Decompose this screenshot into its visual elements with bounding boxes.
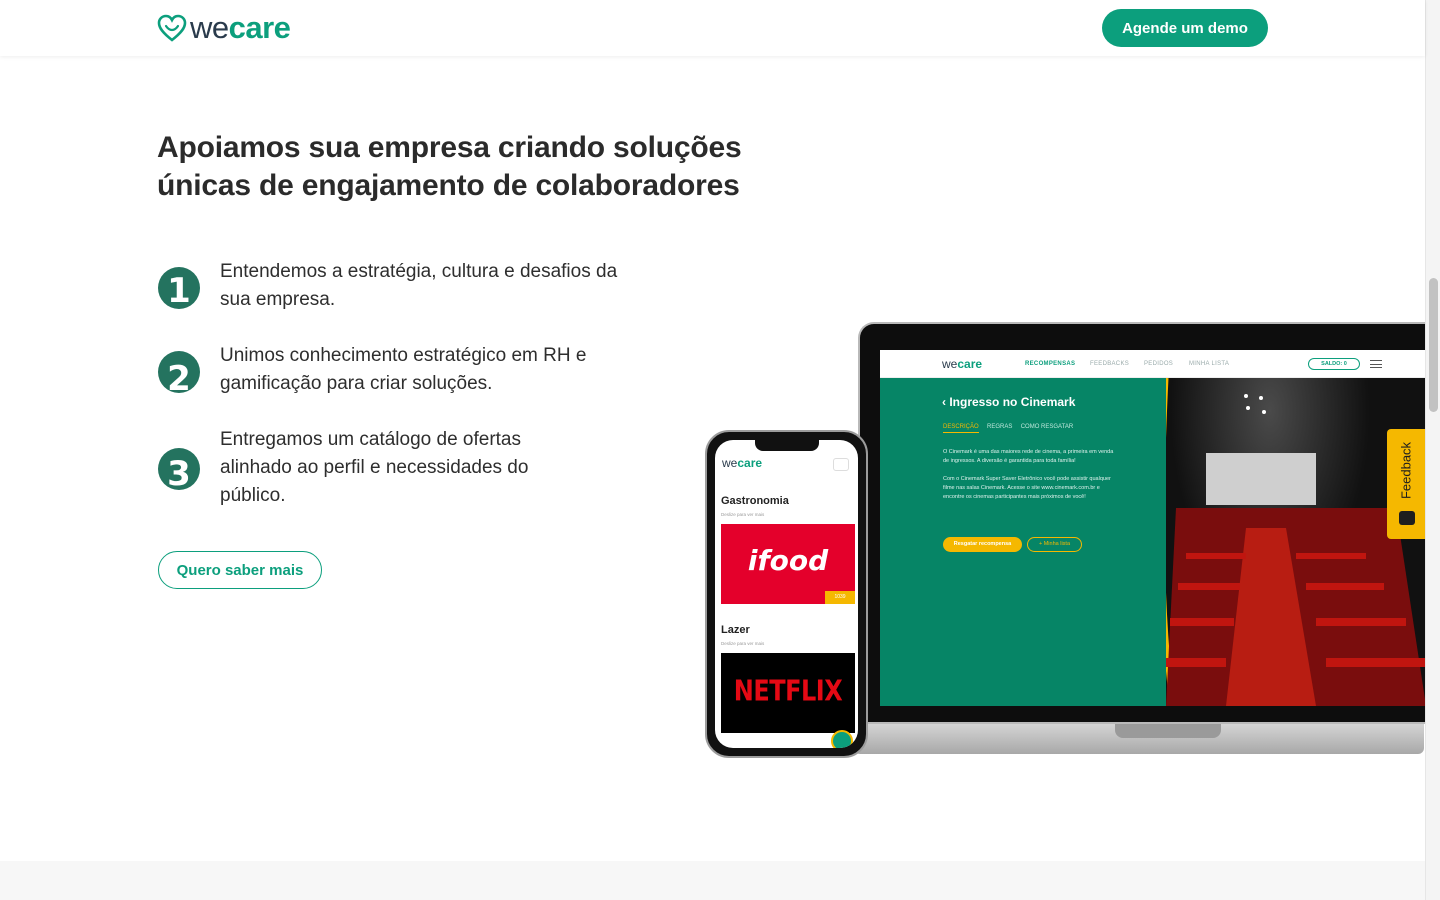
svg-text:2: 2 (167, 359, 191, 394)
laptop-menu-icon (1370, 360, 1382, 368)
feedback-face-icon (1399, 511, 1415, 525)
step-3-text: Entregamos um catálogo de ofertas alinha… (220, 429, 529, 506)
netflix-card: NETFLIX (721, 653, 855, 733)
feedback-label: Feedback (1398, 441, 1414, 500)
learn-more-button[interactable]: Quero saber mais (158, 551, 322, 589)
laptop-menu-rewards: RECOMPENSAS (1025, 361, 1076, 367)
phone-mockup: wecare Gastronomia Deslize para ver mais… (705, 430, 868, 758)
ifood-card: ifood 1039 (721, 524, 855, 604)
next-section-band (0, 861, 1425, 900)
svg-text:3: 3 (167, 454, 191, 491)
step-1-text: Entendemos a estratégia, cultura e desaf… (220, 261, 618, 310)
schedule-demo-button[interactable]: Agende um demo (1102, 9, 1268, 47)
laptop-reward-description: O Cinemark é uma das maiores rede de cin… (943, 449, 1114, 500)
laptop-menu-my-list: MINHA LISTA (1189, 361, 1230, 367)
page-scrollbar[interactable] (1425, 0, 1440, 900)
phone-category-title: Gastronomia (721, 495, 789, 507)
phone-category-subtitle: Deslize para ver mais (721, 512, 765, 517)
step-number-1-icon: 1 (158, 267, 200, 310)
laptop-app-logo: wecare (942, 357, 983, 371)
netflix-logo: NETFLIX (733, 674, 843, 708)
laptop-mockup: wecare RECOMPENSAS FEEDBACKS PEDIDOS MIN… (854, 322, 1438, 754)
step-number-3-icon: 3 (158, 448, 200, 491)
phone-screen: wecare Gastronomia Deslize para ver mais… (715, 440, 858, 748)
logo-care: care (228, 10, 291, 45)
laptop-add-list-button: + Minha lista (1027, 537, 1082, 552)
cinema-photo (1166, 378, 1426, 706)
laptop-balance-badge: SALDO: 0 (1308, 358, 1360, 370)
logo-we: we (190, 10, 229, 45)
laptop-redeem-button: Resgatar recompensa (943, 537, 1022, 552)
laptop-menu-orders: PEDIDOS (1144, 361, 1174, 367)
phone-notch (755, 440, 819, 451)
phone-category-title: Lazer (721, 624, 750, 636)
feedback-tab[interactable]: Feedback (1387, 429, 1425, 539)
top-nav: wecare Agende um demo (0, 0, 1425, 56)
laptop-reward-panel: ‹ Ingresso no Cinemark DESCRIÇÃO REGRAS … (880, 378, 1180, 706)
svg-text:1: 1 (167, 271, 191, 310)
wecare-logo[interactable]: wecare (157, 10, 291, 45)
phone-app-logo: wecare (722, 456, 763, 470)
heart-icon (157, 14, 187, 42)
laptop-menu-feedbacks: FEEDBACKS (1090, 361, 1130, 367)
laptop-reward-tabs: DESCRIÇÃO REGRAS COMO RESGATAR (943, 424, 1073, 433)
laptop-screen: wecare RECOMPENSAS FEEDBACKS PEDIDOS MIN… (880, 350, 1426, 706)
step-2-text: Unimos conhecimento estratégico em RH e … (220, 345, 587, 394)
laptop-reward-title: ‹ Ingresso no Cinemark (942, 395, 1076, 409)
ifood-logo: ifood (747, 544, 829, 577)
phone-menu-icon (833, 458, 849, 471)
laptop-app-nav: wecare RECOMPENSAS FEEDBACKS PEDIDOS MIN… (880, 350, 1426, 378)
phone-category-subtitle: Deslize para ver mais (721, 641, 765, 646)
laptop-lid: wecare RECOMPENSAS FEEDBACKS PEDIDOS MIN… (858, 322, 1438, 724)
ifood-price-badge: 1039 (825, 591, 855, 604)
laptop-base-notch (1115, 724, 1221, 738)
mail-icon (831, 730, 853, 748)
scrollbar-thumb[interactable] (1429, 278, 1438, 412)
hero-headline: Apoiamos sua empresa criando soluções ún… (157, 131, 742, 202)
step-number-2-icon: 2 (158, 351, 200, 394)
